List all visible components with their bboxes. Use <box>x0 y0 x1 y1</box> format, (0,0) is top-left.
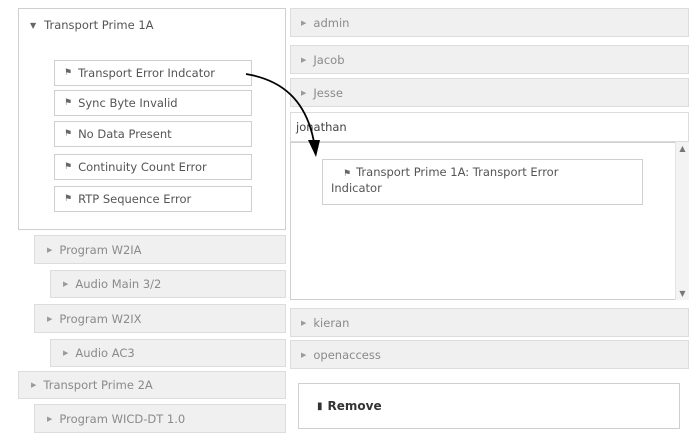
collapse-arrow-icon: ▼ <box>30 20 37 30</box>
alarm-label: Transport Error Indcator <box>78 66 216 80</box>
expand-arrow-icon: ▶ <box>63 349 69 357</box>
user-item-jonathan[interactable]: jonathan <box>290 112 689 142</box>
user-label: kieran <box>313 315 350 330</box>
expand-arrow-icon: ▶ <box>47 414 53 423</box>
tree-item-audio-main[interactable]: ▶ Audio Main 3/2 <box>50 270 286 298</box>
scroll-up-icon[interactable]: ▲ <box>676 144 689 153</box>
tree-item-label: Program W2IA <box>59 242 142 257</box>
remove-button[interactable]: ▮ Remove <box>298 383 680 429</box>
alarm-item-sync-byte[interactable]: ⚑ Sync Byte Invalid <box>54 90 252 116</box>
tree-item-program-w21x[interactable]: ▶ Program W2IX <box>34 304 286 333</box>
alarm-label: No Data Present <box>78 127 172 141</box>
assigned-alarm-item[interactable]: ⚑ Transport Prime 1A: Transport Error Ind… <box>322 159 643 205</box>
alarm-icon: ⚑ <box>343 169 352 179</box>
alarm-item-transport-error[interactable]: ⚑ Transport Error Indcator <box>54 60 252 86</box>
alarm-label: Continuity Count Error <box>78 160 207 174</box>
assigned-alarm-label-line1: Transport Prime 1A: Transport Error <box>356 165 559 179</box>
alarm-icon: ⚑ <box>64 194 73 204</box>
assigned-alarm-label-line2: Indicator <box>331 181 382 195</box>
tree-item-label: Program W2IX <box>59 311 142 326</box>
user-label: openaccess <box>313 347 381 362</box>
tree-item-label: Audio AC3 <box>75 346 135 360</box>
remove-button-label: Remove <box>327 399 382 413</box>
expand-arrow-icon: ▶ <box>301 350 307 359</box>
tree-item-label: Transport Prime 1A <box>44 18 154 32</box>
alarm-item-continuity[interactable]: ⚑ Continuity Count Error <box>54 154 252 180</box>
alarm-label: RTP Sequence Error <box>78 192 192 206</box>
user-label: Jacob <box>313 52 345 67</box>
user-item-jesse[interactable]: ▶ Jesse <box>290 78 689 107</box>
expand-arrow-icon: ▶ <box>31 381 37 389</box>
expand-arrow-icon: ▶ <box>47 314 53 323</box>
tree-item-label: Program WICD-DT 1.0 <box>59 411 186 426</box>
expand-arrow-icon: ▶ <box>301 18 307 27</box>
expand-arrow-icon: ▶ <box>301 55 307 64</box>
expand-arrow-icon: ▶ <box>301 88 307 97</box>
tree-item-program-w21a[interactable]: ▶ Program W2IA <box>34 235 286 264</box>
trash-icon: ▮ <box>317 400 323 412</box>
expand-arrow-icon: ▶ <box>47 245 53 254</box>
alarm-icon: ⚑ <box>64 129 73 139</box>
tree-item-program-wicd[interactable]: ▶ Program WICD-DT 1.0 <box>34 404 286 433</box>
tree-item-transport-1a[interactable]: ▼ Transport Prime 1A <box>30 16 154 34</box>
user-label: Jesse <box>313 85 343 100</box>
user-label: jonathan <box>296 120 347 134</box>
tree-item-label: Transport Prime 2A <box>43 378 153 392</box>
user-label: admin <box>313 15 350 30</box>
user-item-admin[interactable]: ▶ admin <box>290 8 689 37</box>
expand-arrow-icon: ▶ <box>301 318 307 327</box>
alarm-item-rtp-sequence[interactable]: ⚑ RTP Sequence Error <box>54 186 252 212</box>
alarm-icon: ⚑ <box>64 68 73 78</box>
user-item-openaccess[interactable]: ▶ openaccess <box>290 340 689 369</box>
tree-item-audio-ac3[interactable]: ▶ Audio AC3 <box>50 339 286 367</box>
tree-item-transport-2a[interactable]: ▶ Transport Prime 2A <box>18 371 286 399</box>
alarm-icon: ⚑ <box>64 98 73 108</box>
alarm-item-no-data[interactable]: ⚑ No Data Present <box>54 121 252 147</box>
user-item-jacob[interactable]: ▶ Jacob <box>290 45 689 74</box>
vertical-scrollbar[interactable]: ▲ ▼ <box>675 142 689 300</box>
expand-arrow-icon: ▶ <box>63 280 69 288</box>
scroll-down-icon[interactable]: ▼ <box>676 289 689 298</box>
alarm-icon: ⚑ <box>64 162 73 172</box>
user-item-kieran[interactable]: ▶ kieran <box>290 308 689 337</box>
alarm-label: Sync Byte Invalid <box>78 96 178 110</box>
tree-item-label: Audio Main 3/2 <box>75 277 162 291</box>
